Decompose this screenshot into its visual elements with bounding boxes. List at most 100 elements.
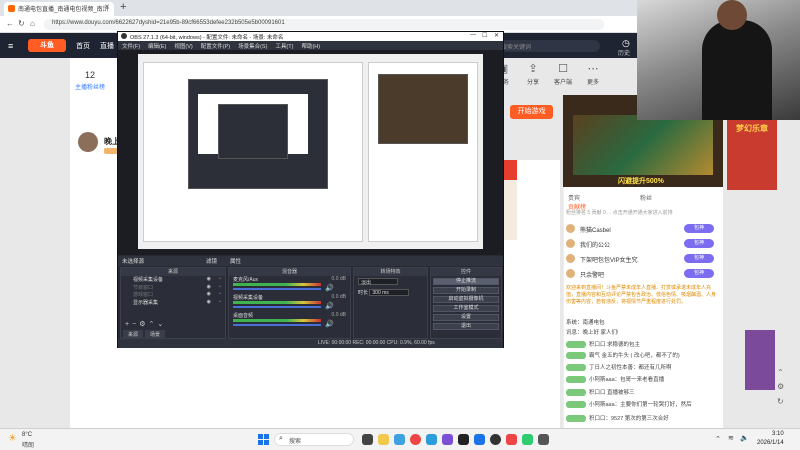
exit-button[interactable]: 退出: [433, 323, 499, 330]
clock-time[interactable]: 3:10: [772, 431, 784, 437]
minimize-icon[interactable]: —: [470, 32, 476, 38]
site-logo[interactable]: 斗鱼: [28, 39, 66, 52]
edge-icon[interactable]: [394, 434, 405, 445]
volume-slider[interactable]: [233, 306, 321, 308]
stop-streaming-button[interactable]: 停止推流: [433, 278, 499, 285]
lock-icon[interactable]: ▫: [219, 291, 221, 297]
speaker-icon[interactable]: 🔊: [325, 302, 334, 310]
menu-icon[interactable]: ≡: [8, 41, 13, 51]
chevron-up-icon[interactable]: ⌃: [715, 435, 721, 443]
source-row[interactable]: 游戏窗口 ◉ ▫: [121, 291, 225, 299]
eye-icon[interactable]: ◉: [207, 299, 211, 305]
chat-message: 积口口 直播被够三: [566, 388, 721, 398]
maximize-icon[interactable]: ☐: [482, 32, 487, 39]
settings-button[interactable]: 设置: [433, 314, 499, 321]
up-icon[interactable]: ⌃: [148, 321, 157, 328]
start-game-button[interactable]: 开始游戏: [510, 105, 553, 119]
task-view-icon[interactable]: [362, 434, 373, 445]
app-icon[interactable]: [474, 434, 485, 445]
follow-label[interactable]: 主播粉丝榜: [75, 82, 105, 91]
eye-icon[interactable]: ◉: [207, 291, 211, 297]
file-explorer-icon[interactable]: [378, 434, 389, 445]
obs-preview[interactable]: [118, 50, 503, 255]
rank-badge: 包神: [684, 254, 714, 263]
filters-button[interactable]: 滤镜: [206, 257, 217, 265]
down-icon[interactable]: ⌄: [157, 321, 166, 328]
reload-icon[interactable]: ↻: [18, 19, 25, 28]
tab-scenes[interactable]: 场景: [145, 330, 166, 339]
duration-input[interactable]: 300 ms: [369, 289, 410, 297]
volume-icon[interactable]: 🔈: [740, 434, 749, 442]
properties-button[interactable]: 属性: [230, 257, 241, 265]
right-ad-banner-2[interactable]: [745, 330, 775, 390]
url-field[interactable]: https://www.douyu.com/6622627dyshid=21e9…: [44, 19, 604, 30]
rank-badge: 包神: [684, 269, 714, 278]
avatar: [566, 254, 575, 263]
rank-row[interactable]: 只余警吧 包神: [566, 268, 716, 280]
audio-mixer-dock: 混音器 麦克风/Aux 0.0 dB 🔊 视频采集设备 0.0 dB 🔊 桌面音频 0.0…: [228, 267, 351, 339]
close-tab-icon[interactable]: ✕: [104, 3, 110, 11]
rank-row[interactable]: 我们的公公 包神: [566, 238, 716, 250]
home-icon[interactable]: ⌂: [30, 19, 35, 28]
source-row[interactable]: 节目窗口 ◉ ▫: [121, 284, 225, 292]
tab-fans[interactable]: 粉丝: [640, 196, 652, 202]
windows-start-icon[interactable]: [258, 434, 269, 445]
site-search-input[interactable]: 搜索关键词: [495, 40, 600, 52]
gear-icon[interactable]: ⚙: [777, 382, 784, 391]
browser-tab[interactable]: 南通电包直播_南通电包视频_南浒: [4, 2, 114, 16]
tab-vip[interactable]: 贵宾: [568, 196, 580, 202]
lock-icon[interactable]: ▫: [219, 276, 221, 282]
new-tab-button[interactable]: +: [120, 1, 126, 13]
volume-slider[interactable]: [233, 324, 321, 326]
nav-home[interactable]: 首页: [76, 41, 90, 51]
mixer-channel: 视频采集设备 0.0 dB 🔊: [233, 294, 346, 310]
chrome-icon[interactable]: [410, 434, 421, 445]
app-icon[interactable]: [442, 434, 453, 445]
share-icon[interactable]: ⇪ 分享: [518, 62, 548, 86]
eye-icon[interactable]: ◉: [207, 276, 211, 282]
lock-icon[interactable]: ▫: [219, 284, 221, 290]
lock-icon[interactable]: ▫: [219, 299, 221, 305]
avatar: [566, 224, 575, 233]
speaker-icon[interactable]: 🔊: [325, 320, 334, 328]
eye-icon[interactable]: ◉: [207, 284, 211, 290]
app-icon[interactable]: [538, 434, 549, 445]
level-meter: [233, 283, 321, 286]
refresh-icon[interactable]: ↻: [777, 397, 784, 406]
close-icon[interactable]: ✕: [494, 32, 499, 39]
clock-date[interactable]: 2026/1/14: [757, 440, 784, 446]
anchor-avatar[interactable]: [78, 132, 98, 152]
nav-live[interactable]: 直播: [100, 41, 114, 51]
obs-titlebar: OBS 27.1.3 (64-bit, windows) - 配置文件: 未命名…: [118, 32, 503, 41]
back-icon[interactable]: ←: [6, 19, 14, 28]
source-row[interactable]: 显示器采集 ◉ ▫: [121, 299, 225, 307]
more-icon[interactable]: ⋯ 更多: [578, 62, 608, 86]
speaker-icon[interactable]: 🔊: [325, 284, 334, 292]
weather-desc: 晴朗: [22, 443, 35, 449]
app-icon[interactable]: [506, 434, 517, 445]
chat-message: 讯息：晚上好 家人们!: [566, 330, 619, 336]
virtual-camera-button[interactable]: 启动虚拟摄像机: [433, 296, 499, 303]
chat-message: 霸气 金五的牛头 ( 改心吧，都不了的): [566, 351, 721, 361]
client-icon[interactable]: ☐ 客户端: [548, 62, 578, 86]
chat-message: 积口口：9527 第次的第三次合好: [566, 414, 721, 424]
volume-slider[interactable]: [233, 288, 321, 290]
studio-mode-button[interactable]: 工作室模式: [433, 305, 499, 312]
tab-sources[interactable]: 来源: [123, 330, 144, 339]
app-icon[interactable]: [458, 434, 469, 445]
weather-icon[interactable]: ☀: [8, 433, 17, 444]
app-icon[interactable]: [426, 434, 437, 445]
follow-count: 12: [85, 70, 96, 80]
transition-select[interactable]: 淡出: [358, 278, 398, 286]
taskbar-search[interactable]: ⌕ 搜索: [274, 433, 354, 446]
obs-taskbar-icon[interactable]: [490, 434, 501, 445]
scroll-up-icon[interactable]: ⌃: [777, 368, 784, 377]
mixer-channel: 麦克风/Aux 0.0 dB 🔊: [233, 276, 346, 292]
start-recording-button[interactable]: 开始录制: [433, 287, 499, 294]
wifi-icon[interactable]: ≋: [728, 434, 734, 442]
rank-row[interactable]: 熊猫Casbel 包神: [566, 223, 716, 235]
app-icon[interactable]: [522, 434, 533, 445]
rank-badge: 包神: [684, 224, 714, 233]
rank-row[interactable]: 下架吧包包VIP女生究 包神: [566, 253, 716, 265]
source-row[interactable]: 视频采集设备 ◉ ▫: [121, 276, 225, 284]
